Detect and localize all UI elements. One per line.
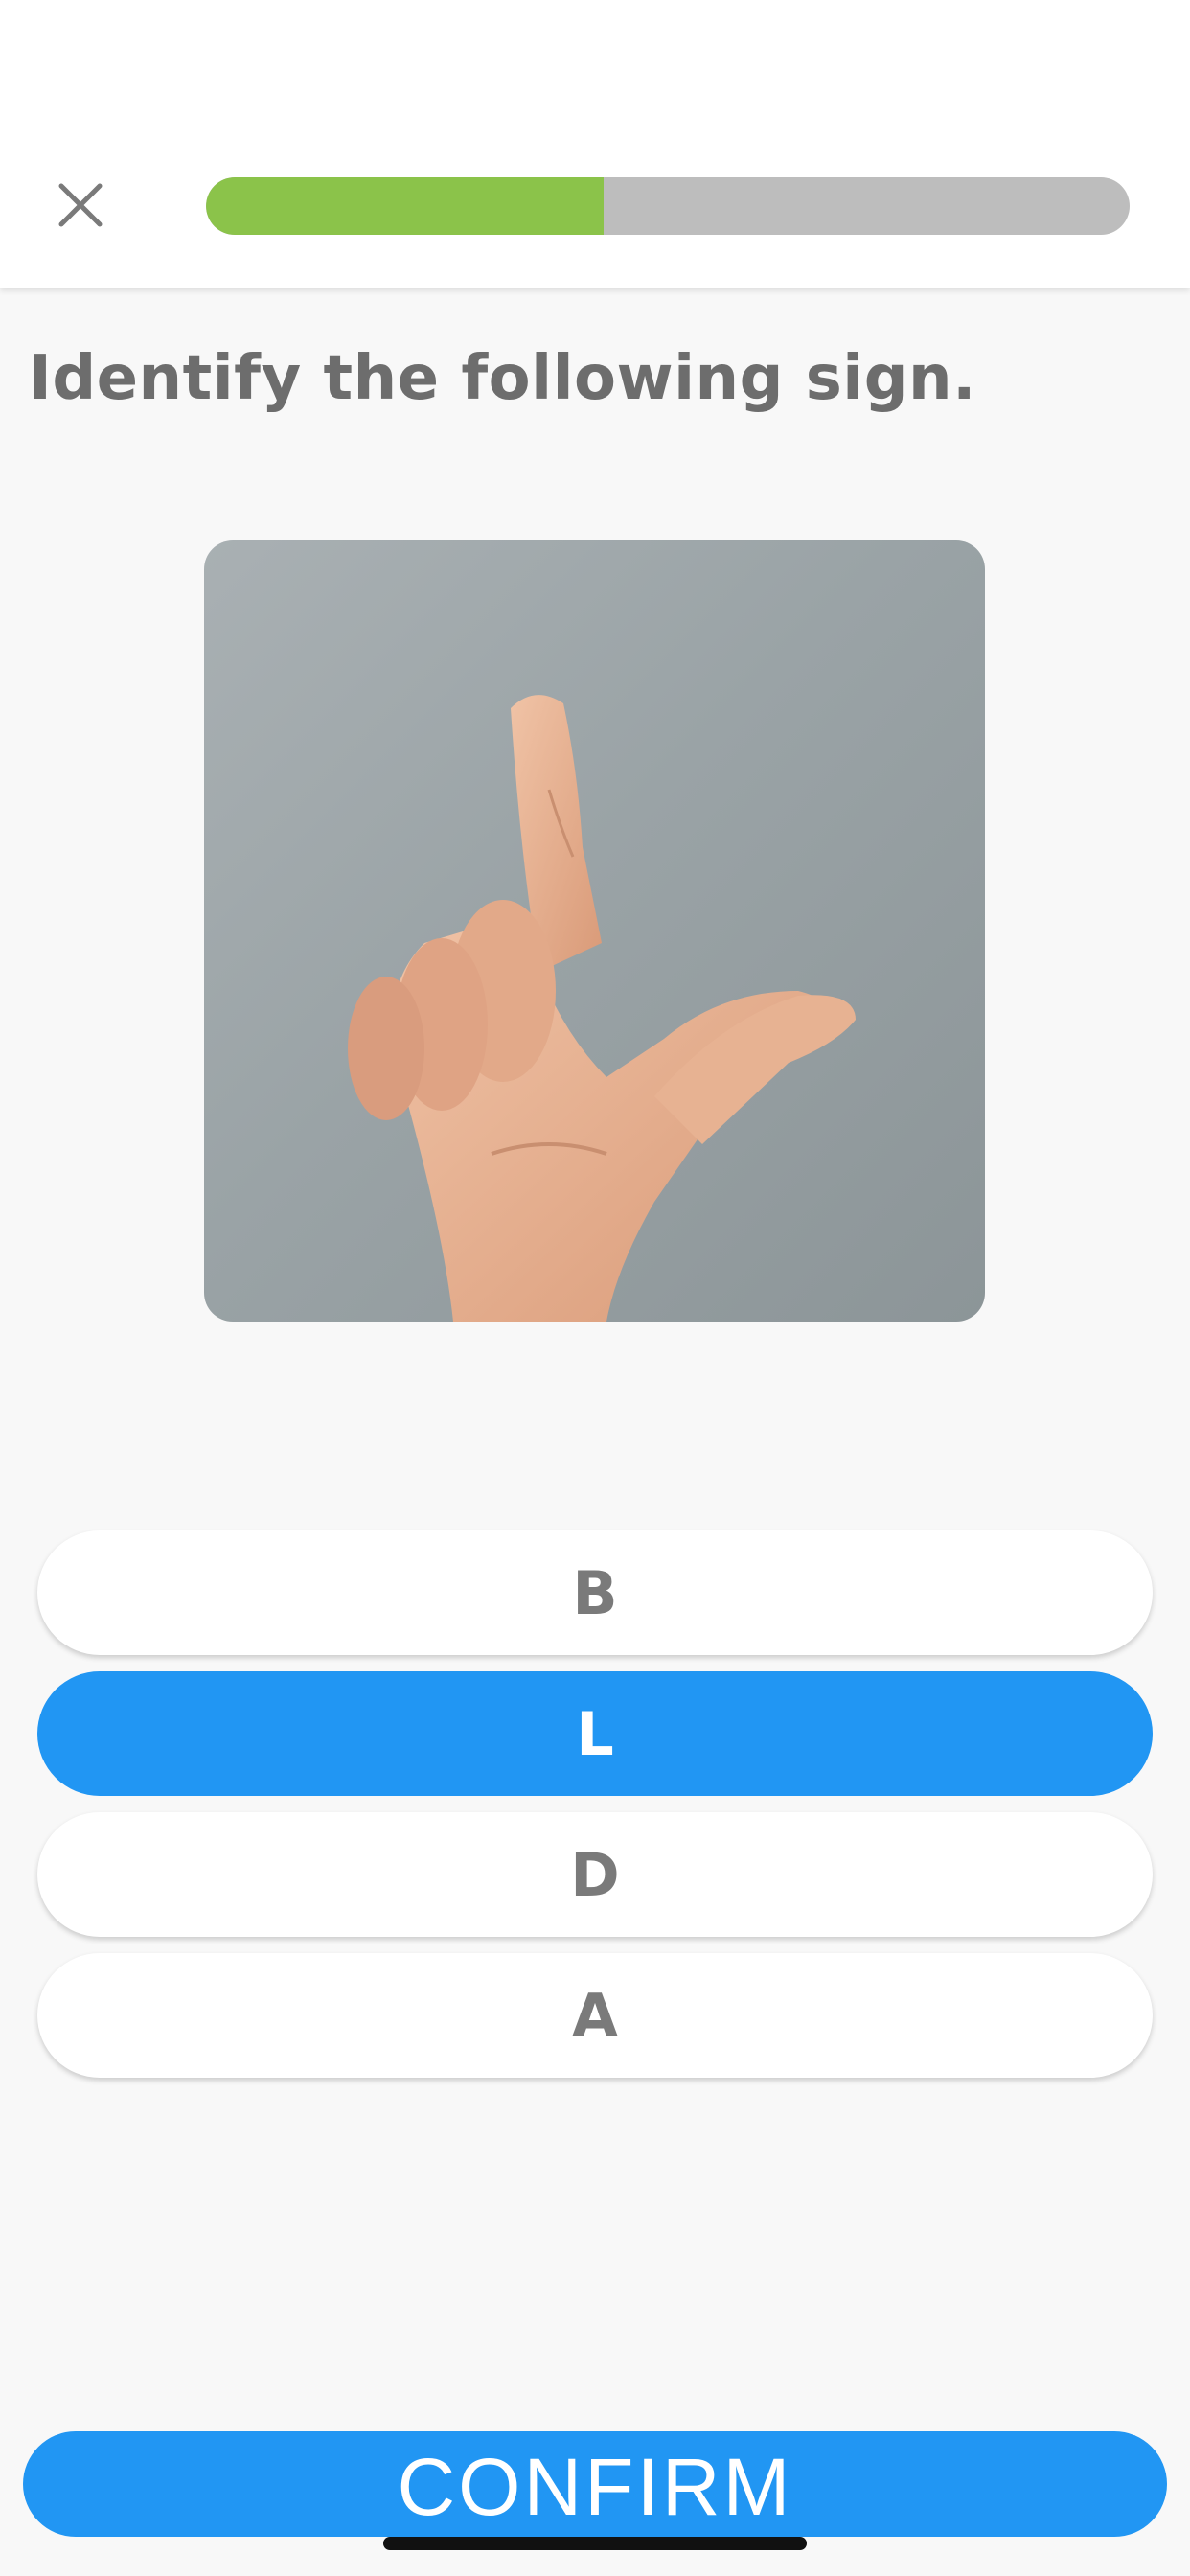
home-indicator: [383, 2537, 807, 2550]
answer-options: B L D A: [37, 1530, 1153, 2094]
lesson-header: [0, 0, 1190, 288]
close-icon[interactable]: [50, 174, 111, 236]
confirm-label: CONFIRM: [397, 2441, 793, 2532]
confirm-button[interactable]: CONFIRM: [23, 2431, 1167, 2537]
question-title: Identify the following sign.: [29, 343, 976, 414]
option-b-button[interactable]: B: [37, 1530, 1153, 1655]
progress-fill: [206, 177, 604, 235]
option-label: D: [570, 1839, 620, 1910]
option-label: B: [572, 1557, 618, 1628]
option-label: A: [572, 1980, 618, 2051]
option-a-button[interactable]: A: [37, 1953, 1153, 2078]
hand-sign-image: [204, 540, 985, 1322]
option-label: L: [576, 1698, 614, 1769]
option-d-button[interactable]: D: [37, 1812, 1153, 1937]
progress-bar: [206, 177, 1130, 235]
option-l-button[interactable]: L: [37, 1671, 1153, 1796]
